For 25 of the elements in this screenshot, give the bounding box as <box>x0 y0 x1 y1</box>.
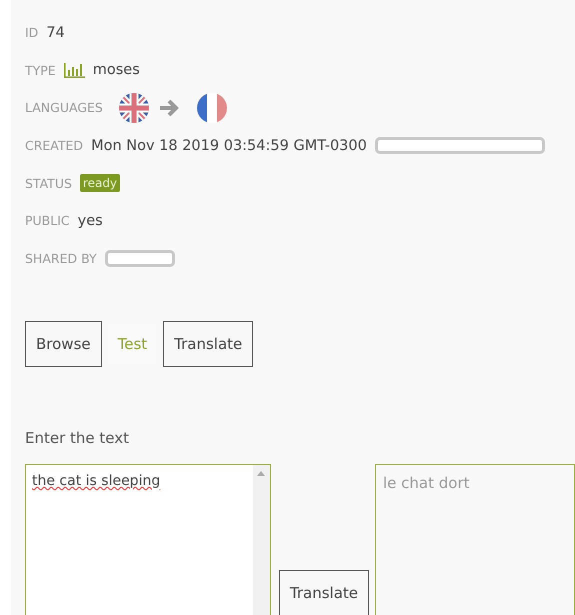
scrollbar[interactable] <box>252 465 270 615</box>
field-label: SHARED BY <box>25 250 97 266</box>
prompt-label: Enter the text <box>25 429 130 448</box>
output-field: le chat dort <box>375 464 575 615</box>
bar-chart-icon <box>64 62 85 78</box>
field-value: Mon Nov 18 2019 03:54:59 GMT-0300 <box>91 138 367 154</box>
field-label: TYPE <box>25 62 56 78</box>
uk-flag-icon <box>118 92 149 123</box>
field-label: LANGUAGES <box>25 100 103 116</box>
field-label: CREATED <box>25 138 84 154</box>
field-label: PUBLIC <box>25 213 70 228</box>
france-flag-icon <box>196 92 227 123</box>
text-input-field[interactable]: the cat is sleeping <box>25 464 271 615</box>
translate-button[interactable]: Translate <box>278 570 369 615</box>
tab[interactable]: Translate <box>163 321 254 368</box>
field-label: ID <box>25 25 38 40</box>
status-badge: ready <box>80 174 120 192</box>
redaction-box <box>104 250 175 267</box>
scroll-up-icon[interactable] <box>257 470 266 476</box>
arrow-right-icon <box>158 98 179 117</box>
tab[interactable]: Browse <box>25 321 102 368</box>
field-value: moses <box>92 62 140 78</box>
field-value: yes <box>78 212 103 229</box>
field-label: STATUS <box>25 176 72 191</box>
field-value: 74 <box>46 24 65 41</box>
